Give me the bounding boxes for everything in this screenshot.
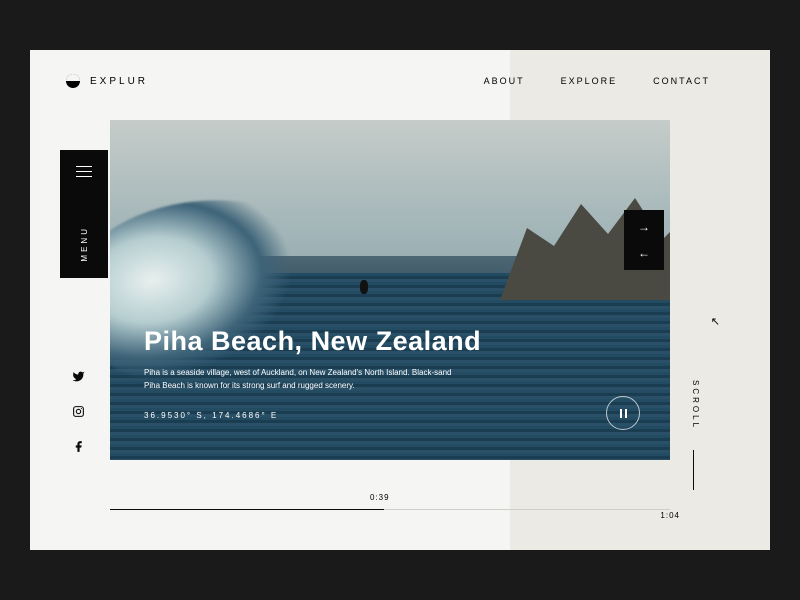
menu-button[interactable]: MENU [60,150,108,278]
pause-icon [620,409,627,418]
hero-description: Piha is a seaside village, west of Auckl… [144,367,464,393]
nav-about[interactable]: ABOUT [484,76,525,86]
logo-icon [66,74,80,88]
pause-button[interactable] [606,396,640,430]
brand[interactable]: EXPLUR [66,74,148,88]
social-links [72,370,85,453]
main-nav: ABOUT EXPLORE CONTACT [484,76,710,86]
hero-coordinates: 36.9530° S, 174.4686° E [144,411,481,420]
hero-title: Piha Beach, New Zealand [144,326,481,357]
scroll-indicator-line [693,450,694,490]
page-canvas: EXPLUR ABOUT EXPLORE CONTACT Piha Beach,… [30,50,770,550]
hero-surfer [360,280,368,294]
video-timeline[interactable] [110,509,670,510]
twitter-icon[interactable] [72,370,85,383]
hamburger-icon [76,166,92,177]
facebook-icon[interactable] [72,440,85,453]
timeline-progress [110,509,384,510]
header: EXPLUR ABOUT EXPLORE CONTACT [66,74,710,88]
nav-arrows-button[interactable]: → ← [624,210,664,270]
time-current: 0:39 [370,493,390,502]
brand-name: EXPLUR [90,76,148,87]
menu-label: MENU [80,226,89,262]
nav-contact[interactable]: CONTACT [653,76,710,86]
cursor-icon: ↖ [711,315,720,328]
nav-explore[interactable]: EXPLORE [561,76,618,86]
hero-text-block: Piha Beach, New Zealand Piha is a seasid… [144,326,481,420]
instagram-icon[interactable] [72,405,85,418]
scroll-label: SCROLL [691,380,700,430]
arrow-left-icon: ← [638,246,650,260]
hero-image: Piha Beach, New Zealand Piha is a seasid… [110,120,670,460]
arrow-right-icon: → [638,220,650,234]
time-total: 1:04 [660,511,680,520]
